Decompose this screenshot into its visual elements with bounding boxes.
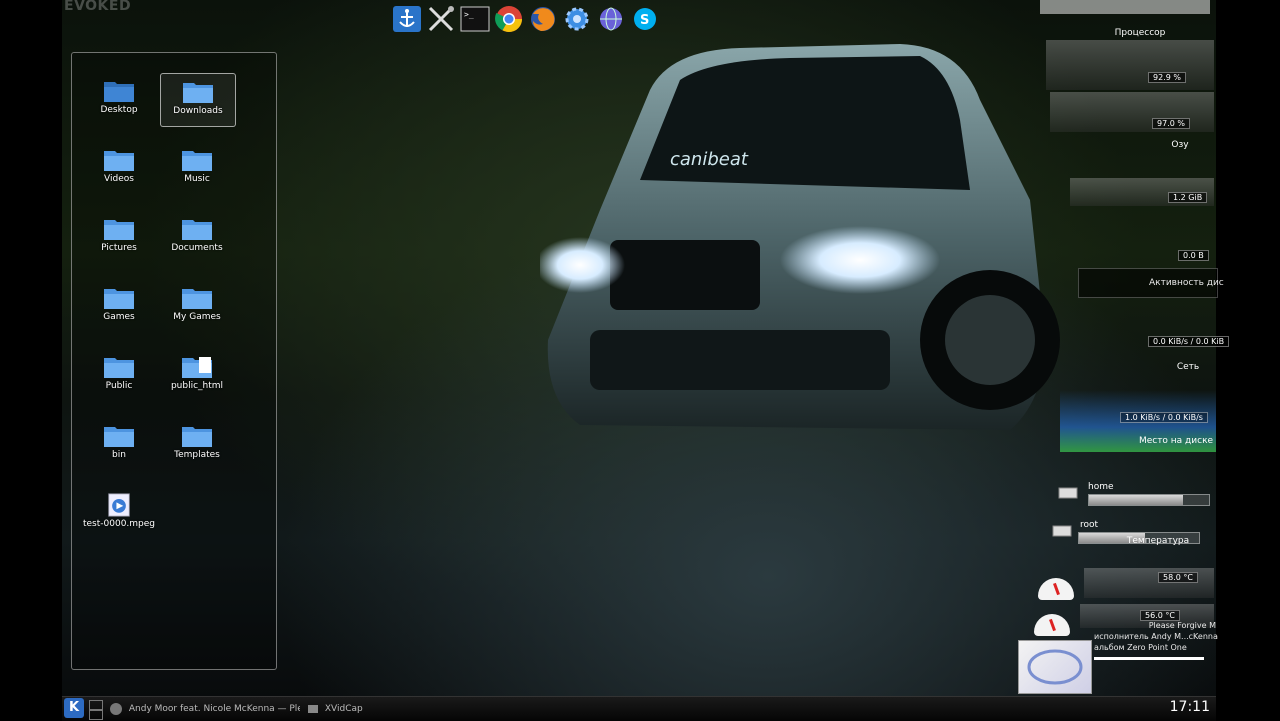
desktop-item[interactable]: Videos <box>82 142 156 194</box>
wallpaper-overlay-text: EVOKED <box>64 0 132 14</box>
hard-disk-icon <box>1058 487 1078 499</box>
desktop-item[interactable]: Public <box>82 349 156 401</box>
desktop-item-label: Downloads <box>173 106 223 116</box>
desktop-item[interactable]: Music <box>160 142 234 194</box>
desktop-item[interactable]: public_html <box>160 349 234 401</box>
desktop-item-label: Templates <box>174 450 220 460</box>
desktop-item[interactable]: Pictures <box>82 211 156 263</box>
desktop-item[interactable]: test-0000.mpeg <box>82 487 156 539</box>
folder-icon <box>104 220 134 240</box>
folder-icon <box>183 83 213 103</box>
system-monitor-widget: Процессор 92.9 % 97.0 % Озу 1.2 GiB 0.0 … <box>1018 0 1230 700</box>
terminal-icon[interactable]: >_ <box>460 4 490 34</box>
windshield-banner: canibeat <box>670 149 749 170</box>
folder-icon <box>182 427 212 447</box>
disk-activity-value: 0.0 KiB/s / 0.0 KiB <box>1148 336 1230 347</box>
desktop-item[interactable]: bin <box>82 418 156 470</box>
camera-icon <box>308 704 318 713</box>
network-title: Сеть <box>1176 362 1200 372</box>
desktop-item-label: Pictures <box>101 243 137 253</box>
track-title: Please Forgive M <box>1148 621 1216 630</box>
settings-gear-icon[interactable] <box>562 4 592 34</box>
desktop-item[interactable]: Downloads <box>160 73 236 127</box>
disk-activity-panel: Активность дис <box>1078 268 1224 298</box>
folder-icon <box>104 289 134 309</box>
folder-view-widget: Desktop Downloads Videos Music Pictures Docum… <box>71 52 277 670</box>
ram-value: 1.2 GiB <box>1168 192 1208 203</box>
desktop-item-label: bin <box>112 450 126 460</box>
cpu-graph <box>1046 40 1214 90</box>
desktop-item-label: Public <box>105 381 133 391</box>
track-progress-bar[interactable] <box>1094 657 1204 660</box>
desktop-item-label: My Games <box>173 312 221 322</box>
clock[interactable]: 17:11 <box>1170 699 1210 715</box>
desktop-item-label: Documents <box>171 243 223 253</box>
task-label: XVidCap <box>324 704 363 714</box>
hard-disk-icon <box>1052 525 1072 537</box>
globe-icon[interactable] <box>596 4 626 34</box>
desktop-item[interactable]: Games <box>82 280 156 332</box>
monitor-toolbar <box>1040 0 1210 14</box>
desktop-item-label: test-0000.mpeg <box>82 519 156 529</box>
swap-value: 0.0 B <box>1178 250 1209 261</box>
kde-menu-button[interactable]: K <box>64 698 84 718</box>
temperature-title: Температура <box>1126 536 1190 546</box>
firefox-icon[interactable] <box>528 4 558 34</box>
desktop-item-label: Music <box>184 174 210 184</box>
task-xvidcap[interactable]: XVidCap <box>308 701 388 717</box>
desktop-item-label: Desktop <box>100 105 138 115</box>
task-label: Andy Moor feat. Nicole McKenna — Plea <box>128 704 300 714</box>
anchor-icon[interactable] <box>392 4 422 34</box>
desktop-folder-icon <box>104 82 134 102</box>
album-art <box>1018 640 1092 694</box>
car-wallpaper-image: canibeat <box>540 44 1060 430</box>
track-artist: исполнитель Andy M...cKenna <box>1094 632 1218 641</box>
letterbox-left <box>0 0 62 720</box>
track-album: альбом Zero Point One <box>1094 643 1187 652</box>
folder-icon <box>104 358 134 378</box>
desktop-item[interactable]: Desktop <box>82 73 156 125</box>
folder-icon <box>104 427 134 447</box>
folder-icon <box>182 220 212 240</box>
quick-launcher: >_ S <box>392 4 660 36</box>
skype-icon[interactable]: S <box>630 4 660 34</box>
now-playing-info: Please Forgive M исполнитель Andy M...cK… <box>1094 620 1218 660</box>
desktop-item[interactable]: Documents <box>160 211 234 263</box>
desktop-item-label: Games <box>103 312 135 322</box>
taskbar-panel: K Andy Moor feat. Nicole McKenna — Plea … <box>62 696 1216 721</box>
svg-text:S: S <box>640 13 649 28</box>
disk-usage-bar <box>1088 494 1210 506</box>
network-value: 1.0 KiB/s / 0.0 KiB/s <box>1120 412 1208 423</box>
temperature-value-1: 58.0 °C <box>1158 572 1198 583</box>
desktop-pager-2[interactable] <box>89 710 103 720</box>
desktop-item-label: public_html <box>170 381 224 391</box>
disk-space-title: Место на диске <box>1138 436 1214 446</box>
cpu-core2-value: 97.0 % <box>1152 118 1190 129</box>
html-folder-icon <box>182 357 212 378</box>
chrome-icon[interactable] <box>494 4 524 34</box>
desktop-item[interactable]: My Games <box>160 280 234 332</box>
cpu-core1-value: 92.9 % <box>1148 72 1186 83</box>
disk-volume-label: home <box>1088 482 1114 492</box>
temperature-gauge-icon <box>1038 578 1074 600</box>
desktop-pager-1[interactable] <box>89 700 103 710</box>
disk-activity-title: Активность дис <box>1149 278 1224 288</box>
desktop-item[interactable]: Templates <box>160 418 234 470</box>
temperature-gauge-icon <box>1034 614 1070 636</box>
video-file-icon <box>108 493 130 517</box>
music-player-icon <box>110 702 122 715</box>
folder-icon <box>182 151 212 171</box>
task-music-player[interactable]: Andy Moor feat. Nicole McKenna — Plea <box>110 701 300 717</box>
folder-icon <box>104 151 134 171</box>
disk-volume-root: root <box>1052 520 1200 544</box>
folder-icon <box>182 289 212 309</box>
letterbox-right <box>1216 0 1280 720</box>
ram-title: Озу <box>1171 140 1189 150</box>
tools-icon[interactable] <box>426 4 456 34</box>
disk-volume-home: home <box>1058 482 1210 506</box>
desktop-item-label: Videos <box>104 174 134 184</box>
svg-text:>_: >_ <box>464 10 474 19</box>
disk-volume-label: root <box>1080 520 1099 530</box>
cpu-title: Процессор <box>1114 28 1166 38</box>
